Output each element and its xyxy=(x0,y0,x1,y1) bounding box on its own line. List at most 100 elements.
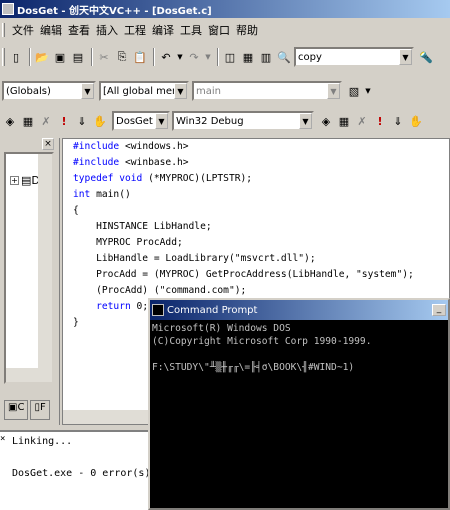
keyword: return xyxy=(96,301,131,312)
open-folder-icon[interactable]: 📂 xyxy=(34,48,50,66)
new-file-icon[interactable]: ▯ xyxy=(8,48,24,66)
menu-insert[interactable]: 插入 xyxy=(93,22,121,38)
menu-file[interactable]: 文件 xyxy=(9,22,37,38)
go-icon-2[interactable]: ⇓ xyxy=(390,112,406,130)
members-combo[interactable]: [All global members ▼ xyxy=(99,81,189,101)
window-list-icon[interactable]: ▥ xyxy=(258,48,274,66)
execute-icon-2[interactable]: ! xyxy=(372,112,388,130)
config-combo[interactable]: Win32 Debug ▼ xyxy=(172,111,314,131)
workspace-tree[interactable]: + ▤ Dos xyxy=(4,152,54,384)
compile-icon[interactable]: ◈ xyxy=(2,112,18,130)
toolbar-separator xyxy=(91,48,93,66)
scope-value: (Globals) xyxy=(6,85,51,97)
wizard-action-icon[interactable]: ▧ xyxy=(346,82,362,100)
chevron-down-icon[interactable]: ▼ xyxy=(174,83,187,99)
title-bar: DosGet - 创天中文VC++ - [DosGet.c] xyxy=(0,0,450,18)
build-icon-2[interactable]: ▦ xyxy=(336,112,352,130)
app-icon xyxy=(2,3,14,15)
chevron-down-icon[interactable]: ▼ xyxy=(399,49,412,65)
tree-hscrollbar[interactable] xyxy=(6,368,52,382)
menu-edit[interactable]: 编辑 xyxy=(37,22,65,38)
code-line: { xyxy=(73,205,79,216)
undo-icon[interactable]: ↶ xyxy=(158,48,174,66)
compile-icon-2[interactable]: ◈ xyxy=(318,112,334,130)
stop-build-icon[interactable]: ✗ xyxy=(38,112,54,130)
cmd-line xyxy=(152,348,448,361)
code-text: 0; xyxy=(130,301,149,312)
breakpoint-icon[interactable]: ✋ xyxy=(92,112,108,130)
cmd-line: F:\STUDY\"╨▒╫╓╓\=╟╡σ\BOOK\╢#WIND~1) xyxy=(152,362,355,373)
chevron-down-icon[interactable]: ▼ xyxy=(327,83,340,99)
find-value: copy xyxy=(298,51,322,63)
stop-build-icon-2[interactable]: ✗ xyxy=(354,112,370,130)
menu-tools[interactable]: 工具 xyxy=(177,22,205,38)
cut-icon[interactable]: ✂ xyxy=(96,48,112,66)
breakpoint-icon-2[interactable]: ✋ xyxy=(408,112,424,130)
cmd-line: (C)Copyright Microsoft Corp 1990-1999. xyxy=(152,336,372,347)
toolbar-separator xyxy=(29,48,31,66)
toolbar-separator xyxy=(217,48,219,66)
cmd-output[interactable]: Microsoft(R) Windows DOS (C)Copyright Mi… xyxy=(152,322,448,508)
build-icon[interactable]: ▦ xyxy=(20,112,36,130)
code-line: HINSTANCE LibHandle; xyxy=(73,221,212,232)
go-icon[interactable]: ⇓ xyxy=(74,112,90,130)
chevron-down-icon[interactable]: ▼ xyxy=(155,113,168,129)
menu-window[interactable]: 窗口 xyxy=(205,22,233,38)
copy-icon[interactable]: ⎘ xyxy=(114,48,130,66)
tab-classview[interactable]: ▣C xyxy=(4,400,29,420)
code-text: <windows.h> xyxy=(119,141,189,152)
minimize-icon[interactable]: _ xyxy=(432,304,446,316)
code-text: main() xyxy=(90,189,131,200)
workspace-pane: × + ▤ Dos ▣C ▯F xyxy=(0,138,60,425)
build-toolbar: ◈ ▦ ✗ ! ⇓ ✋ DosGet ▼ Win32 Debug ▼ ◈ ▦ ✗… xyxy=(0,109,450,133)
tab-fileview[interactable]: ▯F xyxy=(30,400,50,420)
project-combo[interactable]: DosGet ▼ xyxy=(112,111,170,131)
editor-hscrollbar[interactable] xyxy=(63,410,149,424)
menu-project[interactable]: 工程 xyxy=(121,22,149,38)
code-line: int main() xyxy=(73,187,131,203)
output-pane[interactable]: × Linking... DosGet.exe - 0 error(s), 0 … xyxy=(0,430,150,510)
redo-icon[interactable]: ↷ xyxy=(186,48,202,66)
menu-build[interactable]: 编译 xyxy=(149,22,177,38)
config-value: Win32 Debug xyxy=(176,115,244,127)
find-icon[interactable]: 🔦 xyxy=(418,48,434,66)
save-all-icon[interactable]: ▤ xyxy=(70,48,86,66)
wizard-dropdown-icon[interactable]: ▼ xyxy=(364,82,372,100)
project-value: DosGet xyxy=(116,115,153,127)
find-combo[interactable]: copy ▼ xyxy=(294,47,414,67)
close-icon[interactable]: × xyxy=(0,434,5,444)
output-window-icon[interactable]: ▦ xyxy=(240,48,256,66)
function-combo[interactable]: main ▼ xyxy=(192,81,342,101)
undo-dropdown-icon[interactable]: ▼ xyxy=(176,48,184,66)
standard-toolbar: ▯ 📂 ▣ ▤ ✂ ⎘ 📋 ↶ ▼ ↷ ▼ ◫ ▦ ▥ 🔍 copy ▼ 🔦 xyxy=(0,44,450,70)
keyword: #include xyxy=(73,141,120,152)
tree-vscrollbar[interactable] xyxy=(38,154,52,368)
folder-icon: ▤ xyxy=(21,174,32,187)
command-prompt-window[interactable]: Command Prompt _ Microsoft(R) Windows DO… xyxy=(148,298,450,510)
code-line: (ProcAdd) ("command.com"); xyxy=(73,285,247,296)
cmd-title-bar[interactable]: Command Prompt _ xyxy=(150,300,448,320)
close-icon[interactable]: × xyxy=(42,138,54,150)
redo-dropdown-icon[interactable]: ▼ xyxy=(204,48,212,66)
menu-view[interactable]: 查看 xyxy=(65,22,93,38)
workspace-tabs: ▣C ▯F xyxy=(4,400,52,420)
find-in-files-icon[interactable]: 🔍 xyxy=(276,48,292,66)
menubar-grip[interactable] xyxy=(2,23,5,37)
paste-icon[interactable]: 📋 xyxy=(132,48,148,66)
workspace-icon[interactable]: ◫ xyxy=(222,48,238,66)
chevron-down-icon[interactable]: ▼ xyxy=(299,113,312,129)
code-line: } xyxy=(73,317,79,328)
chevron-down-icon[interactable]: ▼ xyxy=(81,83,94,99)
toolbar-grip[interactable] xyxy=(2,48,5,66)
code-line: #include <winbase.h> xyxy=(73,155,189,171)
scope-combo[interactable]: (Globals) ▼ xyxy=(2,81,96,101)
code-line: #include <windows.h> xyxy=(73,139,189,155)
keyword: typedef void xyxy=(73,173,143,184)
code-text: (*MYPROC)(LPTSTR); xyxy=(142,173,253,184)
execute-icon[interactable]: ! xyxy=(56,112,72,130)
menu-bar: 文件 编辑 查看 插入 工程 编译 工具 窗口 帮助 xyxy=(0,20,450,40)
expand-icon[interactable]: + xyxy=(10,176,19,185)
menu-help[interactable]: 帮助 xyxy=(233,22,261,38)
save-icon[interactable]: ▣ xyxy=(52,48,68,66)
